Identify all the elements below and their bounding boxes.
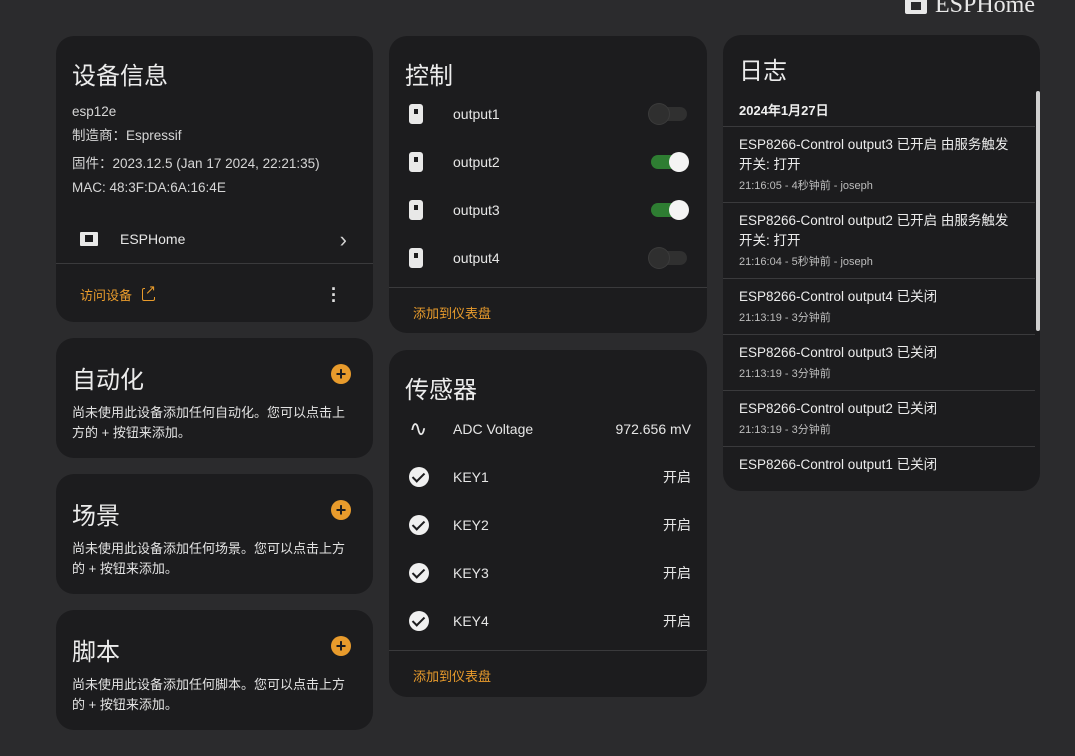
switch-icon xyxy=(409,152,423,172)
automation-title: 自动化 xyxy=(72,367,144,394)
control-label: output4 xyxy=(453,250,500,266)
scripts-description: 尚未使用此设备添加任何脚本。您可以点击上方的 + 按钮来添加。 xyxy=(72,677,346,712)
sensor-label: KEY2 xyxy=(453,517,489,533)
device-info-title: 设备信息 xyxy=(72,63,168,90)
sensor-value: 972.656 mV xyxy=(615,421,692,437)
external-link-icon xyxy=(142,283,156,301)
add-script-button[interactable]: + xyxy=(331,636,351,656)
log-meta: 21:13:19 - 3分钟前 xyxy=(739,424,831,436)
output2-toggle[interactable] xyxy=(651,152,689,172)
device-manufacturer: 制造商：Espressif xyxy=(72,128,182,143)
sensor-row-key2[interactable]: KEY2 开启 xyxy=(389,501,707,549)
sensors-card: 传感器 ∿ ADC Voltage 972.656 mV KEY1 开启 KEY… xyxy=(389,350,707,697)
log-meta: 21:16:05 - 4秒钟前 - joseph xyxy=(739,180,873,192)
divider xyxy=(56,263,373,264)
check-circle-icon xyxy=(409,563,429,583)
control-add-to-dashboard-button[interactable]: 添加到仪表盘 xyxy=(413,303,491,322)
scenes-card: 场景 + 尚未使用此设备添加任何场景。您可以点击上方的 + 按钮来添加。 xyxy=(56,474,373,594)
divider xyxy=(389,287,707,288)
log-entry[interactable]: ESP8266-Control output1 已关闭 xyxy=(723,446,1035,486)
sensor-row-key1[interactable]: KEY1 开启 xyxy=(389,453,707,501)
visit-device-link[interactable]: 访问设备 xyxy=(80,283,156,304)
sensor-label: KEY3 xyxy=(453,565,489,581)
logbook-list: ESP8266-Control output3 已开启 由服务触发 开关: 打开… xyxy=(723,126,1035,486)
sensor-label: KEY1 xyxy=(453,469,489,485)
automation-description: 尚未使用此设备添加任何自动化。您可以点击上方的 + 按钮来添加。 xyxy=(72,405,346,440)
sine-wave-icon: ∿ xyxy=(409,416,428,441)
log-meta: 21:13:19 - 3分钟前 xyxy=(739,368,831,380)
control-label: output1 xyxy=(453,106,500,122)
log-entry[interactable]: ESP8266-Control output2 已关闭 21:13:19 - 3… xyxy=(723,390,1035,446)
log-entry[interactable]: ESP8266-Control output2 已开启 由服务触发 开关: 打开… xyxy=(723,202,1035,278)
log-message: ESP8266-Control output3 已开启 由服务触发 开关: 打开 xyxy=(739,137,1009,172)
sensor-value: 开启 xyxy=(663,613,691,629)
check-circle-icon xyxy=(409,467,429,487)
check-circle-icon xyxy=(409,611,429,631)
log-message: ESP8266-Control output3 已关闭 xyxy=(739,345,938,360)
check-circle-icon xyxy=(409,515,429,535)
output1-toggle[interactable] xyxy=(649,104,687,124)
control-card: 控制 output1 output2 output3 output4 添加到仪表… xyxy=(389,36,707,333)
device-firmware: 固件：2023.12.5 (Jan 17 2024, 22:21:35) xyxy=(72,156,320,171)
log-message: ESP8266-Control output2 已开启 由服务触发 开关: 打开 xyxy=(739,213,1009,248)
device-info-card: 设备信息 esp12e 制造商：Espressif 固件：2023.12.5 (… xyxy=(56,36,373,322)
esphome-logo-icon xyxy=(904,0,927,14)
switch-icon xyxy=(409,200,423,220)
sensor-row-key3[interactable]: KEY3 开启 xyxy=(389,549,707,597)
logbook-card: 日志 2024年1月27日 ESP8266-Control output3 已开… xyxy=(723,35,1040,491)
esphome-icon xyxy=(80,232,98,246)
control-row-output4[interactable]: output4 xyxy=(389,234,707,282)
sensor-row-adc[interactable]: ∿ ADC Voltage 972.656 mV xyxy=(389,405,707,453)
log-message: ESP8266-Control output2 已关闭 xyxy=(739,401,938,416)
add-automation-button[interactable]: + xyxy=(331,364,351,384)
device-model: esp12e xyxy=(72,104,117,119)
chevron-right-icon: › xyxy=(339,227,347,252)
device-mac: MAC: 48:3F:DA:6A:16:4E xyxy=(72,180,226,195)
log-message: ESP8266-Control output4 已关闭 xyxy=(739,289,938,304)
sensors-add-to-dashboard-button[interactable]: 添加到仪表盘 xyxy=(413,666,491,685)
scripts-card: 脚本 + 尚未使用此设备添加任何脚本。您可以点击上方的 + 按钮来添加。 xyxy=(56,610,373,730)
log-entry[interactable]: ESP8266-Control output4 已关闭 21:13:19 - 3… xyxy=(723,278,1035,334)
sensors-title: 传感器 xyxy=(405,377,477,404)
output4-toggle[interactable] xyxy=(649,248,687,268)
control-row-output2[interactable]: output2 xyxy=(389,138,707,186)
log-entry[interactable]: ESP8266-Control output3 已关闭 21:13:19 - 3… xyxy=(723,334,1035,390)
sensor-label: ADC Voltage xyxy=(453,421,534,437)
logbook-scrollbar[interactable] xyxy=(1036,91,1040,331)
add-scene-button[interactable]: + xyxy=(331,500,351,520)
sensor-value: 开启 xyxy=(663,517,691,533)
esphome-brand: ESPHome xyxy=(904,0,1035,19)
sensor-row-key4[interactable]: KEY4 开启 xyxy=(389,597,707,645)
integration-row-esphome[interactable]: ESPHome › xyxy=(56,218,373,260)
log-message: ESP8266-Control output1 已关闭 xyxy=(739,457,938,472)
control-label: output2 xyxy=(453,154,500,170)
scenes-description: 尚未使用此设备添加任何场景。您可以点击上方的 + 按钮来添加。 xyxy=(72,541,346,576)
sensor-value: 开启 xyxy=(663,565,691,581)
scenes-title: 场景 xyxy=(72,503,120,530)
control-row-output1[interactable]: output1 xyxy=(389,90,707,138)
log-meta: 21:13:19 - 3分钟前 xyxy=(739,312,831,324)
control-row-output3[interactable]: output3 xyxy=(389,186,707,234)
brand-label: ESPHome xyxy=(934,0,1035,18)
sensor-label: KEY4 xyxy=(453,613,489,629)
integration-label: ESPHome xyxy=(120,231,186,247)
visit-device-label: 访问设备 xyxy=(80,288,133,303)
automation-card: 自动化 + 尚未使用此设备添加任何自动化。您可以点击上方的 + 按钮来添加。 xyxy=(56,338,373,458)
divider xyxy=(389,650,707,651)
output3-toggle[interactable] xyxy=(651,200,689,220)
scripts-title: 脚本 xyxy=(72,639,120,666)
logbook-title: 日志 xyxy=(739,58,787,85)
switch-icon xyxy=(409,248,423,268)
log-meta: 21:16:04 - 5秒钟前 - joseph xyxy=(739,256,873,268)
sensor-value: 开启 xyxy=(663,469,691,485)
control-label: output3 xyxy=(453,202,500,218)
switch-icon xyxy=(409,104,423,124)
more-options-icon[interactable]: · · · xyxy=(331,280,337,310)
log-entry[interactable]: ESP8266-Control output3 已开启 由服务触发 开关: 打开… xyxy=(723,126,1035,202)
logbook-date: 2024年1月27日 xyxy=(739,103,829,118)
control-title: 控制 xyxy=(405,63,453,90)
